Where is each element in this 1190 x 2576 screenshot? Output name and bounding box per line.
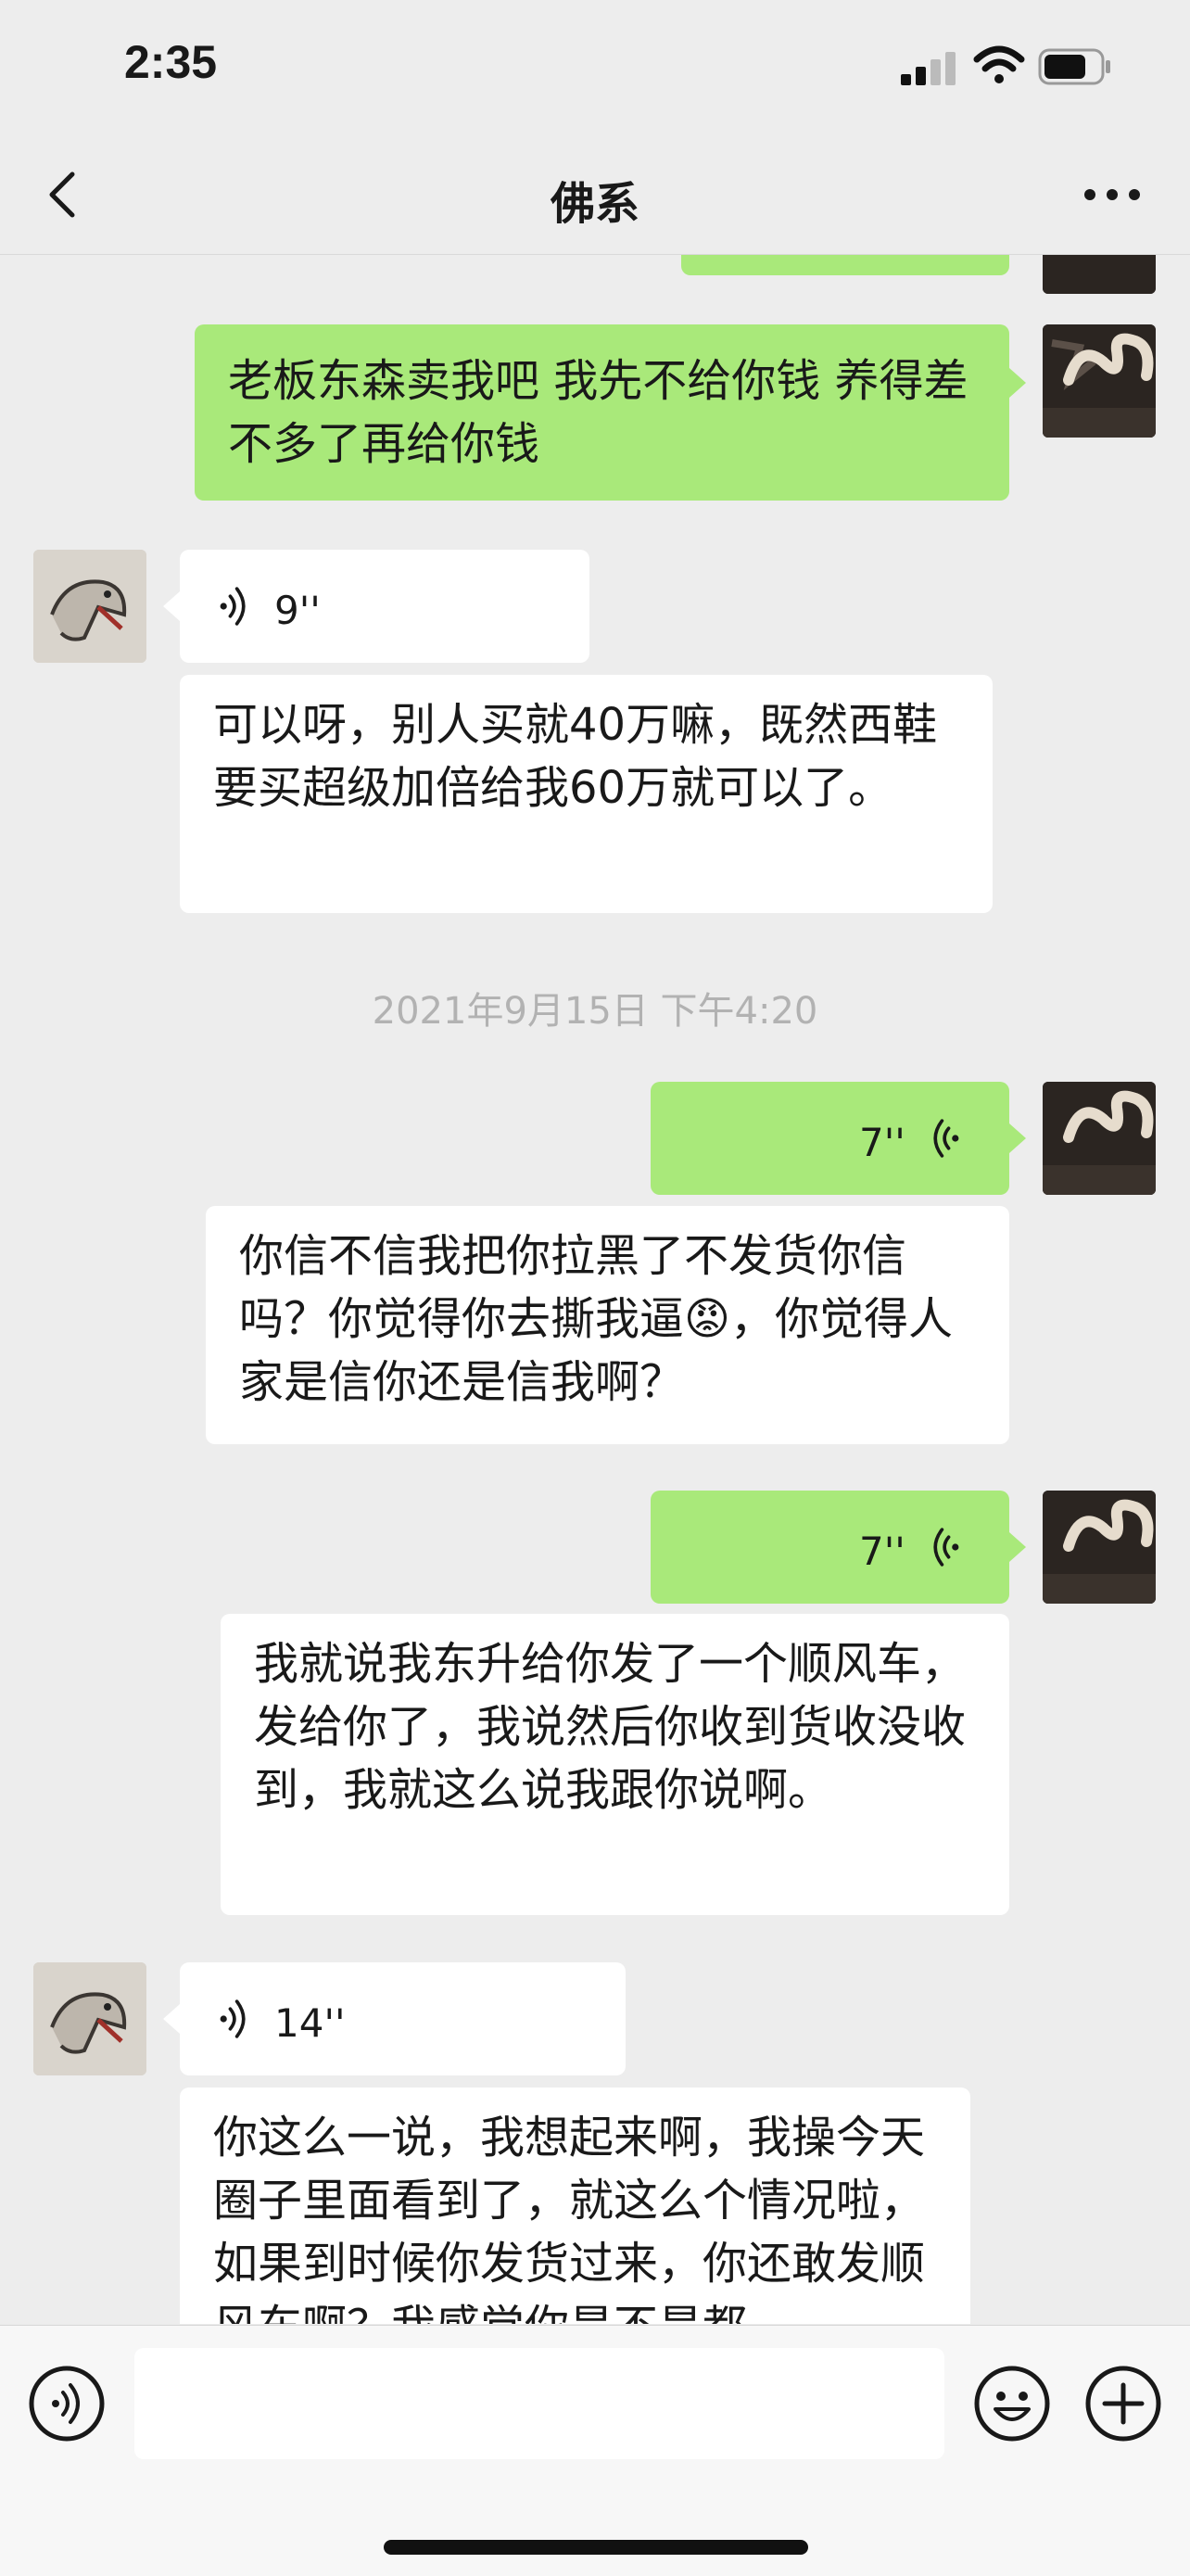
- my-avatar[interactable]: [1043, 324, 1156, 438]
- sent-bubble-partial: [681, 255, 1009, 275]
- signal-icon: [901, 52, 956, 85]
- avatar-image: [1043, 1082, 1156, 1195]
- chat-title: 佛系: [550, 178, 639, 230]
- avatar-image: [33, 1962, 146, 2075]
- voice-wave-icon: [933, 1119, 959, 1158]
- voice-message-received[interactable]: 9'': [180, 550, 589, 663]
- plus-circle-icon[interactable]: [1084, 2365, 1162, 2443]
- bubble-tail: [1009, 1123, 1026, 1153]
- voice-message-received[interactable]: 14'': [180, 1962, 626, 2075]
- input-bar: [0, 2325, 1190, 2576]
- bubble-tail: [163, 2004, 180, 2034]
- bubble-tail: [1009, 368, 1026, 398]
- battery-icon: [1038, 48, 1110, 85]
- message-input[interactable]: [134, 2348, 944, 2459]
- bubble-tail: [163, 591, 180, 621]
- emoji-face-icon[interactable]: [973, 2365, 1051, 2443]
- voice-wave-icon: [220, 587, 246, 626]
- avatar-image: [1043, 255, 1156, 294]
- timestamp: 2021年9月15日 下午4:20: [372, 990, 818, 1033]
- voice-transcript: 我就说我东升给你发了一个顺风车，发给你了，我说然后你收到货收没收到，我就这么说我…: [221, 1614, 1009, 1915]
- voice-wave-icon: [220, 1999, 246, 2038]
- avatar-image: [33, 550, 146, 663]
- my-avatar[interactable]: [1043, 1082, 1156, 1195]
- chat-area[interactable]: 老板东森卖我吧 我先不给你钱 养得差不多了再给你钱 9'' 可以呀，别人买就40…: [0, 255, 1190, 2324]
- voice-duration: 14'': [274, 2000, 346, 2046]
- my-avatar[interactable]: [1043, 1491, 1156, 1604]
- contact-avatar[interactable]: [33, 1962, 146, 2075]
- message-text: 老板东森卖我吧 我先不给你钱 养得差不多了再给你钱: [228, 355, 968, 470]
- voice-transcript: 你这么一说，我想起来啊，我操今天圈子里面看到了，就这么个情况啦，如果到时候你发货…: [180, 2087, 970, 2324]
- voice-input-icon[interactable]: [28, 2365, 106, 2443]
- message-text: 你这么一说，我想起来啊，我操今天圈子里面看到了，就这么个情况啦，如果到时候你发货…: [213, 2112, 926, 2324]
- status-time: 2:35: [124, 36, 218, 88]
- wifi-icon: [973, 45, 1025, 83]
- message-text: 我就说我东升给你发了一个顺风车，发给你了，我说然后你收到货收没收到，我就这么说我…: [254, 1638, 967, 1816]
- nav-bar: 佛系: [0, 139, 1190, 255]
- my-avatar[interactable]: [1043, 255, 1156, 294]
- voice-wave-icon: [933, 1528, 959, 1567]
- home-indicator[interactable]: [384, 2540, 808, 2555]
- avatar-image: [1043, 1491, 1156, 1604]
- avatar-image: [1043, 324, 1156, 438]
- message-text: 你信不信我把你拉黑了不发货你信吗？你觉得你去撕我逼😡，你觉得人家是信你还是信我啊…: [239, 1230, 954, 1408]
- contact-avatar[interactable]: [33, 550, 146, 663]
- voice-message-sent[interactable]: 7'': [651, 1082, 1009, 1195]
- voice-duration: 7'': [859, 1120, 905, 1165]
- voice-duration: 7'': [859, 1529, 905, 1574]
- message-text: 可以呀，别人买就40万嘛，既然西鞋要买超级加倍给我60万就可以了。: [213, 699, 938, 814]
- voice-message-sent[interactable]: 7'': [651, 1491, 1009, 1604]
- status-bar: 2:35: [0, 0, 1190, 139]
- bubble-tail: [1009, 1532, 1026, 1562]
- message-bubble-sent[interactable]: 老板东森卖我吧 我先不给你钱 养得差不多了再给你钱: [195, 324, 1009, 501]
- voice-transcript: 可以呀，别人买就40万嘛，既然西鞋要买超级加倍给我60万就可以了。: [180, 675, 993, 913]
- voice-transcript: 你信不信我把你拉黑了不发货你信吗？你觉得你去撕我逼😡，你觉得人家是信你还是信我啊…: [206, 1206, 1009, 1444]
- more-dots-icon[interactable]: [1075, 167, 1149, 222]
- voice-duration: 9'': [274, 588, 321, 633]
